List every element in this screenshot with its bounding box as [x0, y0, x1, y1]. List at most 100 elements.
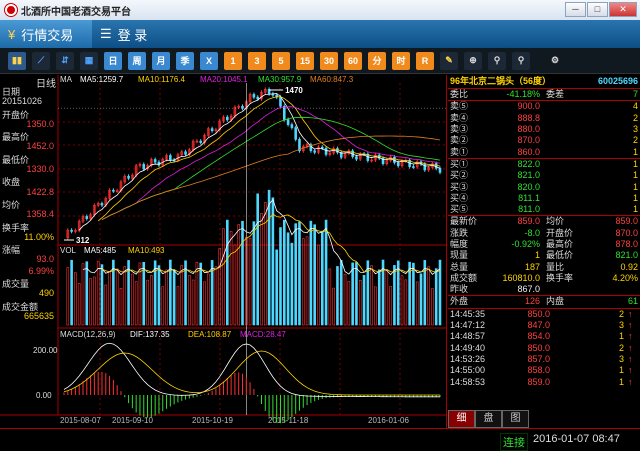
ask-volume: 3 [632, 124, 638, 135]
settings-search-icon[interactable]: ⚲ [512, 51, 530, 70]
minimize-button[interactable]: ─ [565, 2, 586, 17]
minute-button[interactable]: 分 [368, 51, 386, 70]
min5-button[interactable]: 5 [272, 51, 290, 70]
period-day-button[interactable]: 日 [104, 51, 122, 70]
volume-bar [431, 288, 434, 326]
search-icon[interactable]: ⚲ [488, 51, 506, 70]
volume-bar [112, 259, 115, 326]
volume-bar [290, 242, 294, 326]
volume-bar [355, 262, 358, 326]
tick-arrow: ↑ [628, 308, 633, 319]
min30-button[interactable]: 30 [320, 51, 338, 70]
info-turnover-label: 换手率 [2, 222, 30, 233]
volume-bar [377, 269, 381, 326]
tick-arrow: ↑ [628, 365, 633, 376]
refresh-button[interactable]: R [416, 51, 434, 70]
min60-button[interactable]: 60 [344, 51, 362, 70]
tab-pan[interactable]: 盘 [475, 410, 502, 428]
zoom-icon[interactable]: ⊕ [464, 51, 482, 70]
stat-value-2: 821.0 [615, 250, 638, 261]
volume-bar [123, 266, 127, 326]
volume-bar [188, 275, 191, 326]
info-close-label: 收盘 [2, 177, 21, 188]
weibi-row: 委比 -41.18% 委差 7 [448, 89, 640, 100]
period-year-button[interactable]: X [200, 51, 218, 70]
weibi-value: -41.18% [506, 89, 540, 100]
stat-label-2: 开盘价 [546, 227, 574, 238]
stat-value-2: 870.0 [615, 227, 638, 238]
info-volume-label: 成交量 [2, 279, 30, 290]
tick-row: 14:48:57 854.0 1 ↑ [448, 331, 640, 342]
menu-bar: ¥ 行情交易 ☰ 登 录 [0, 20, 640, 48]
bid-label: 买② [450, 170, 469, 181]
info-amount-label: 成交金额 [2, 301, 39, 312]
ask-row: 卖③ 880.0 3 [448, 124, 640, 135]
volume-bar [358, 280, 362, 326]
close-button[interactable]: ✕ [609, 2, 637, 17]
volume-bar [66, 267, 70, 326]
ask-label: 卖① [450, 146, 469, 157]
line-chart-icon[interactable]: ⟋ [32, 51, 50, 70]
volume-bar [282, 219, 286, 326]
period-month-button[interactable]: 月 [152, 51, 170, 70]
ask-row: 卖⑤ 900.0 4 [448, 101, 640, 112]
tab-detail[interactable]: 细 [448, 410, 475, 428]
grid-icon[interactable]: ▦ [80, 51, 98, 70]
min3-button[interactable]: 3 [248, 51, 266, 70]
candle-chart-icon[interactable]: ⇵ [56, 51, 74, 70]
volume-bar [351, 262, 354, 326]
info-high-value: 1452.0 [26, 141, 54, 152]
volume-bar [336, 266, 339, 326]
ask-volume: 4 [632, 101, 638, 112]
volume-bar [237, 224, 241, 326]
volume-bar [434, 268, 438, 326]
candle-body [184, 151, 187, 155]
tick-arrow: ↑ [628, 353, 633, 364]
tab-market-trading[interactable]: ¥ 行情交易 [0, 20, 92, 48]
volume-bar [248, 238, 252, 326]
candle-body [355, 156, 358, 160]
volume-bar [210, 260, 214, 326]
kline-chart-area[interactable]: MA MA5:1259.7 MA10:1176.4 MA20:1045.1 MA30:9… [0, 75, 447, 428]
tab-figure[interactable]: 图 [502, 410, 529, 428]
info-avg-label: 均价 [2, 199, 21, 210]
period-season-button[interactable]: 季 [176, 51, 194, 70]
macd-tick-0: 0.00 [36, 391, 52, 400]
volume-bar [89, 278, 92, 326]
volume-bar [214, 266, 218, 326]
tab-market-trading-label: 行情交易 [21, 27, 74, 43]
weicha-label: 委差 [546, 89, 565, 100]
stat-value: 867.0 [517, 284, 540, 295]
info-change-label: 涨幅 [2, 245, 21, 256]
ask-volume: 2 [632, 135, 638, 146]
candle-body [434, 163, 438, 169]
ask-row: 卖① 860.0 1 [448, 146, 640, 157]
ask-list: 卖⑤ 900.0 4 卖④ 888.8 2 卖③ 880.0 3 卖② 870.0 2 卖① 860.0 1 [448, 101, 640, 157]
period-week-button[interactable]: 周 [128, 51, 146, 70]
candle-body [100, 203, 104, 206]
weicha-value: 7 [632, 89, 638, 100]
candle-body [279, 96, 282, 107]
volume-bar [305, 236, 309, 326]
candle-body [324, 147, 328, 155]
min15-button[interactable]: 15 [296, 51, 314, 70]
tab-login[interactable]: ☰ 登 录 [92, 20, 159, 48]
gear-icon[interactable]: ⚙ [546, 52, 564, 70]
status-bar: 连接 2016-01-07 08:47 [0, 428, 640, 451]
min1-button[interactable]: 1 [224, 51, 242, 70]
stat-row: 最新价 859.0 均价 859.0 [448, 216, 640, 227]
kline-chart-svg[interactable]: MA MA5:1259.7 MA10:1176.4 MA20:1045.1 MA30:9… [0, 75, 447, 428]
vol-ma10-label: MA10:493 [128, 246, 165, 255]
ask-volume: 2 [632, 112, 638, 123]
brush-icon[interactable]: ✎ [440, 51, 458, 70]
kline-chart-icon[interactable]: ▮▮ [8, 51, 26, 70]
stat-value: 160810.0 [502, 272, 540, 283]
bid-price: 820.0 [517, 181, 540, 192]
macd-dif-line [63, 342, 440, 398]
volume-bar [165, 269, 168, 326]
tick-price: 854.0 [527, 331, 550, 342]
ask-price: 860.0 [517, 146, 540, 157]
maximize-button[interactable]: □ [587, 2, 608, 17]
hour-button[interactable]: 时 [392, 51, 410, 70]
volume-bar [381, 259, 385, 326]
